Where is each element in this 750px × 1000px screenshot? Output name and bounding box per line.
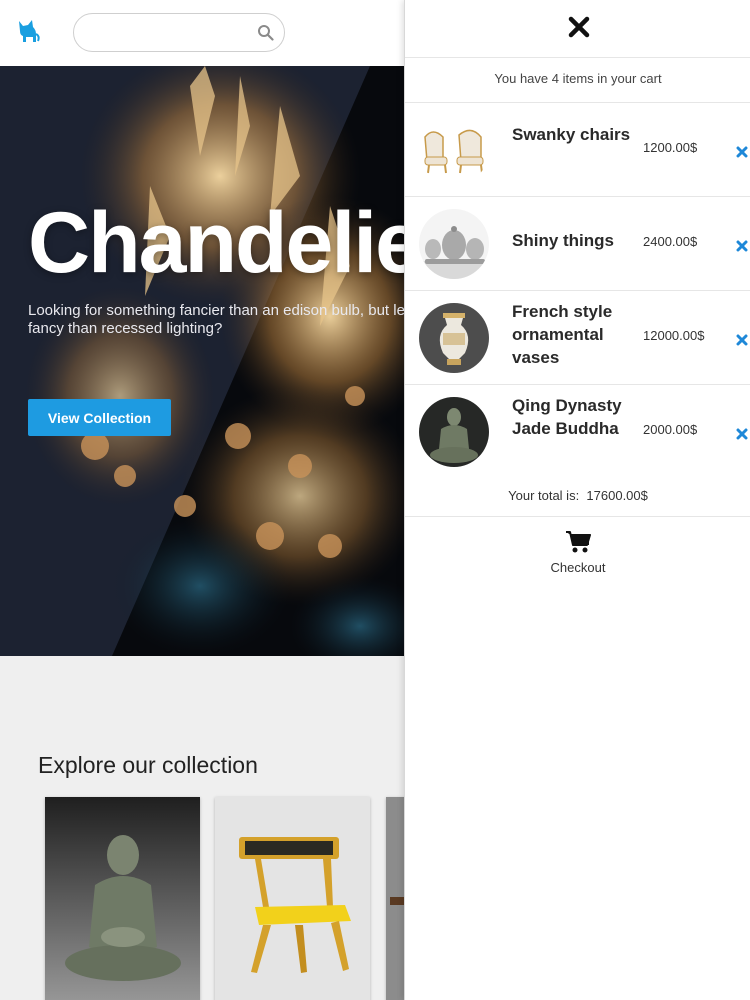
divider bbox=[405, 57, 750, 58]
vase-thumbnail-image bbox=[419, 303, 489, 373]
search-icon[interactable] bbox=[257, 24, 274, 41]
cart-item: Shiny things 2400.00$ bbox=[405, 196, 750, 290]
cat-logo-icon[interactable] bbox=[16, 19, 40, 45]
collection-heading: Explore our collection bbox=[38, 752, 258, 778]
hero-subtitle: Looking for something fancier than an ed… bbox=[28, 302, 420, 337]
cart-item-thumbnail bbox=[419, 397, 489, 467]
cart-item-thumbnail bbox=[419, 115, 489, 185]
cart-item-thumbnail bbox=[419, 303, 489, 373]
search-input[interactable] bbox=[88, 22, 248, 44]
cart-item-name: Qing Dynasty Jade Buddha bbox=[512, 396, 622, 438]
shopping-cart-icon bbox=[566, 531, 591, 553]
cart-item: French style ornamental vases 12000.00$ bbox=[405, 290, 750, 384]
cart-item-name: French style ornamental vases bbox=[512, 302, 613, 367]
cart-total-value: 17600.00$ bbox=[586, 488, 648, 503]
cart-item-thumbnail bbox=[419, 209, 489, 279]
buddha-thumbnail-image bbox=[419, 397, 489, 467]
chairs-thumbnail-image bbox=[419, 115, 489, 185]
tea-set-thumbnail-image bbox=[419, 209, 489, 279]
remove-x-icon[interactable] bbox=[736, 334, 748, 346]
yellow-chair-image bbox=[215, 797, 370, 1000]
cart-total-label: Your total is: bbox=[508, 488, 580, 503]
cart-item-price: 2400.00$ bbox=[643, 234, 698, 249]
cart-item-price: 12000.00$ bbox=[643, 328, 705, 343]
cart-count-text: You have 4 items in your cart bbox=[494, 71, 662, 86]
view-collection-button[interactable]: View Collection bbox=[28, 399, 171, 436]
divider bbox=[405, 516, 750, 517]
hero-title: Chandelier bbox=[28, 195, 454, 291]
checkout-button[interactable]: Checkout bbox=[538, 528, 618, 580]
cart-item: Swanky chairs 1200.00$ bbox=[405, 102, 750, 196]
cart-item-price: 2000.00$ bbox=[643, 422, 698, 437]
remove-x-icon[interactable] bbox=[736, 146, 748, 158]
cart-panel: You have 4 items in your cart Swanky cha… bbox=[404, 0, 750, 1000]
close-icon[interactable] bbox=[568, 16, 590, 38]
checkout-label: Checkout bbox=[550, 560, 606, 575]
cart-item: Qing Dynasty Jade Buddha 2000.00$ bbox=[405, 384, 750, 478]
cart-item-name: Swanky chairs bbox=[512, 125, 631, 144]
search-box[interactable] bbox=[73, 13, 285, 52]
cart-total: Your total is: 17600.00$ bbox=[405, 488, 750, 503]
collection-card-buddha[interactable] bbox=[45, 797, 200, 1000]
remove-x-icon[interactable] bbox=[736, 240, 748, 252]
cart-item-name: Shiny things bbox=[512, 231, 614, 250]
cart-item-price: 1200.00$ bbox=[643, 140, 698, 155]
collection-card-chair[interactable] bbox=[215, 797, 370, 1000]
remove-x-icon[interactable] bbox=[736, 428, 748, 440]
jade-buddha-image bbox=[45, 797, 200, 1000]
